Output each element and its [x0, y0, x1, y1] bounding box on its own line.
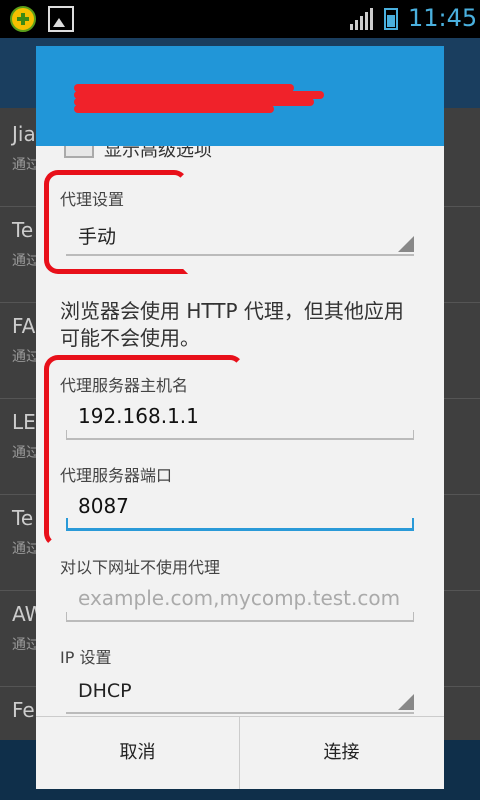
proxy-bypass-placeholder: example.com,mycomp.test.com [78, 586, 401, 610]
ip-settings-value: DHCP [78, 680, 132, 702]
annotation-outline-host-port [44, 355, 244, 547]
list-item-title: Jia [12, 122, 36, 146]
battery-icon [384, 8, 398, 30]
proxy-info-text: 浏览器会使用 HTTP 代理，但其他应用可能不会使用。 [60, 299, 404, 350]
app-plus-icon [10, 6, 36, 32]
status-time: 11:45 [408, 4, 478, 32]
gallery-icon [48, 6, 74, 32]
ip-settings-dropdown[interactable]: DHCP [66, 672, 414, 714]
advanced-options-checkbox[interactable] [64, 146, 94, 158]
list-item-title: Te [12, 218, 34, 242]
dialog-header [36, 46, 444, 146]
advanced-options-row[interactable]: 显示高级选项 [56, 146, 436, 162]
cancel-button[interactable]: 取消 [36, 717, 240, 789]
ip-settings-label: IP 设置 [60, 648, 112, 667]
annotation-outline-proxy [44, 170, 188, 274]
status-bar: 11:45 [0, 0, 480, 38]
proxy-bypass-field[interactable]: example.com,mycomp.test.com [66, 578, 414, 622]
dropdown-arrow-icon [398, 694, 414, 710]
advanced-options-label: 显示高级选项 [104, 146, 212, 161]
connect-button[interactable]: 连接 [240, 717, 443, 789]
list-item-title: Te [12, 506, 34, 530]
list-item-title: Fe [12, 698, 35, 722]
redaction-scribble [74, 84, 324, 114]
dropdown-arrow-icon [398, 236, 414, 252]
proxy-bypass-label: 对以下网址不使用代理 [60, 558, 221, 577]
list-item-title: LE [12, 410, 36, 434]
dialog-button-bar: 取消 连接 [36, 716, 444, 789]
list-item-title: FA [12, 314, 36, 338]
signal-icon [350, 8, 374, 30]
